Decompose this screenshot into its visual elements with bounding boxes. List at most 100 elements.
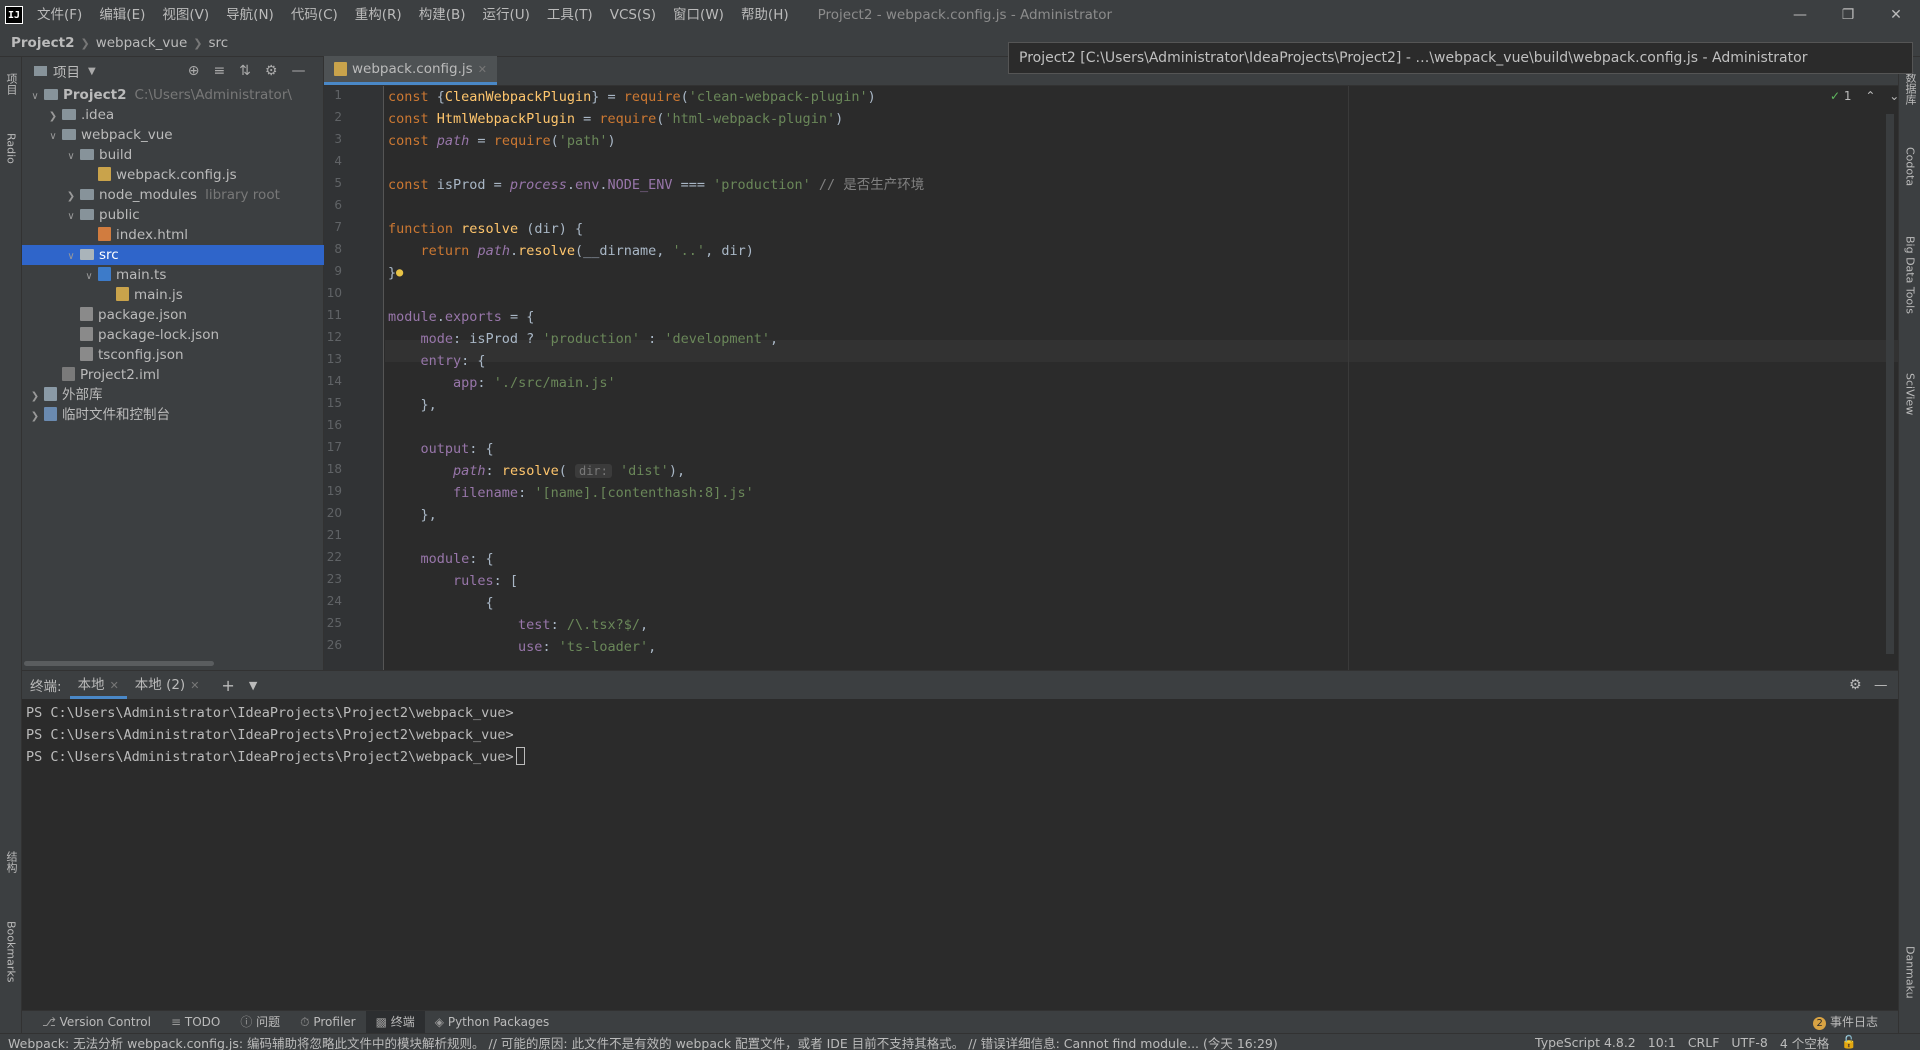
line-separator[interactable]: CRLF — [1688, 1035, 1720, 1050]
hide-panel-icon[interactable]: — — [1874, 677, 1888, 693]
lightbulb-icon[interactable]: ● — [396, 265, 403, 279]
tree-item[interactable]: ∨ build — [22, 145, 324, 165]
chevron-right-icon[interactable]: ❯ — [46, 107, 60, 127]
code-line[interactable]: const isProd = process.env.NODE_ENV === … — [388, 174, 924, 196]
tree-item[interactable]: ∨ webpack_vue — [22, 125, 324, 145]
minimize-icon[interactable]: — — [1776, 0, 1824, 30]
event-log-button[interactable]: 2 事件日志 — [1803, 1011, 1888, 1034]
tab-webpack-config[interactable]: webpack.config.js ✕ — [324, 56, 497, 85]
project-view-selector[interactable]: 项目 — [53, 61, 80, 81]
gear-icon[interactable]: ⚙ — [265, 63, 278, 79]
chevron-right-icon[interactable]: ❯ — [28, 387, 42, 407]
terminal-tab-local-2[interactable]: 本地 (2) ✕ — [127, 671, 208, 699]
chevron-down-icon[interactable]: ∨ — [46, 127, 60, 147]
menu-item[interactable]: 导航(N) — [218, 0, 283, 30]
big-data-tools-tab[interactable]: Big Data Tools — [1899, 217, 1920, 332]
code-line[interactable]: module: { — [388, 548, 494, 570]
tree-item[interactable]: ❯ 外部库 — [22, 385, 324, 405]
breadcrumb-project[interactable]: Project2 — [11, 35, 74, 51]
menu-item[interactable]: 运行(U) — [475, 0, 539, 30]
chevron-down-icon[interactable]: ⌄ — [1889, 89, 1899, 103]
python-packages-button[interactable]: ◈ Python Packages — [425, 1011, 559, 1034]
chevron-right-icon[interactable]: ❯ — [64, 187, 78, 207]
tree-item[interactable]: ∨ src — [22, 245, 324, 265]
bookmarks-tool-tab[interactable]: Bookmarks — [0, 912, 22, 992]
tree-item[interactable]: ❯ node_modules library root — [22, 185, 324, 205]
code-line[interactable]: mode: isProd ? 'production' : 'developme… — [388, 328, 779, 350]
menu-item[interactable]: 构建(B) — [411, 0, 475, 30]
vertical-scrollbar[interactable] — [1886, 114, 1894, 654]
sciview-tool-tab[interactable]: SciView — [1899, 357, 1920, 432]
code-line[interactable]: function resolve (dir) { — [388, 218, 583, 240]
structure-tool-tab[interactable]: 结构 — [0, 842, 22, 882]
chevron-down-icon[interactable]: ▼ — [88, 66, 96, 77]
menu-item[interactable]: 视图(V) — [154, 0, 218, 30]
horizontal-scrollbar[interactable] — [24, 661, 214, 666]
terminal-button[interactable]: ▩ 终端 — [365, 1010, 425, 1034]
gear-icon[interactable]: ⚙ — [1849, 677, 1862, 693]
tree-item[interactable]: package-lock.json — [22, 325, 324, 345]
tree-item[interactable]: webpack.config.js — [22, 165, 324, 185]
tree-item[interactable]: main.js — [22, 285, 324, 305]
inspection-widget[interactable]: ✓ 1 ⌃ ⌄ — [1830, 89, 1899, 103]
chevron-right-icon[interactable]: ❯ — [28, 407, 42, 427]
version-control-button[interactable]: ⎇ Version Control — [32, 1011, 161, 1034]
status-message[interactable]: Webpack: 无法分析 webpack.config.js: 编码辅助将忽略… — [8, 1034, 1523, 1050]
collapse-all-icon[interactable]: ⇅ — [239, 63, 251, 79]
todo-button[interactable]: ≡ TODO — [161, 1011, 230, 1034]
tree-item[interactable]: ❯ 临时文件和控制台 — [22, 405, 324, 425]
lock-icon[interactable]: 🔓 — [1841, 1034, 1857, 1050]
typescript-version[interactable]: TypeScript 4.8.2 — [1535, 1035, 1636, 1050]
chevron-down-icon[interactable]: ∨ — [64, 247, 78, 267]
profiler-button[interactable]: ⏱ Profiler — [290, 1011, 365, 1034]
menu-item[interactable]: 重构(R) — [347, 0, 411, 30]
problems-button[interactable]: ⓘ 问题 — [230, 1011, 290, 1034]
code-line[interactable]: return path.resolve(__dirname, '..', dir… — [388, 240, 754, 262]
code-line[interactable]: }, — [388, 504, 437, 526]
close-tab-icon[interactable]: ✕ — [110, 679, 119, 692]
code-line[interactable]: app: './src/main.js' — [388, 372, 616, 394]
project-tool-tab[interactable]: 项目 — [0, 63, 22, 105]
code-line[interactable]: entry: { — [388, 350, 486, 372]
tree-item[interactable]: ∨ main.ts — [22, 265, 324, 285]
expand-all-icon[interactable]: ≡ — [213, 63, 225, 79]
menu-item[interactable]: 帮助(H) — [733, 0, 798, 30]
code-line[interactable]: module.exports = { — [388, 306, 534, 328]
chevron-down-icon[interactable]: ∨ — [64, 207, 78, 227]
breadcrumb-src[interactable]: src — [209, 35, 229, 51]
chevron-down-icon[interactable]: ∨ — [28, 87, 42, 107]
tree-item[interactable]: index.html — [22, 225, 324, 245]
tree-item[interactable]: Project2.iml — [22, 365, 324, 385]
tree-item[interactable]: ∨ public — [22, 205, 324, 225]
restore-icon[interactable]: ❐ — [1824, 0, 1872, 30]
code-line[interactable]: test: /\.tsx?$/, — [388, 614, 648, 636]
menu-item[interactable]: 窗口(W) — [665, 0, 733, 30]
code-line[interactable]: const path = require('path') — [388, 130, 616, 152]
caret-position[interactable]: 10:1 — [1648, 1035, 1676, 1050]
radio-tool-tab[interactable]: Radio — [0, 123, 22, 173]
codota-tool-tab[interactable]: Codota — [1899, 137, 1920, 197]
breadcrumb-webpack-vue[interactable]: webpack_vue — [96, 35, 188, 51]
chevron-down-icon[interactable]: ∨ — [82, 267, 96, 287]
tree-item[interactable]: ❯ .idea — [22, 105, 324, 125]
tree-item[interactable]: tsconfig.json — [22, 345, 324, 365]
close-window-icon[interactable]: ✕ — [1872, 0, 1920, 30]
menu-item[interactable]: 文件(F) — [29, 0, 91, 30]
code-line[interactable]: { — [388, 592, 494, 614]
code-line[interactable]: }, — [388, 394, 437, 416]
danmaku-tool-tab[interactable]: Danmaku — [1899, 937, 1920, 1007]
chevron-down-icon[interactable]: ∨ — [64, 147, 78, 167]
menu-item[interactable]: 代码(C) — [283, 0, 347, 30]
hide-panel-icon[interactable]: — — [291, 63, 305, 79]
code-line[interactable]: filename: '[name].[contenthash:8].js' — [388, 482, 754, 504]
file-encoding[interactable]: UTF-8 — [1731, 1035, 1767, 1050]
terminal-tab-local[interactable]: 本地 ✕ — [69, 671, 127, 699]
locate-file-icon[interactable]: ⊕ — [188, 63, 200, 79]
code-line[interactable]: output: { — [388, 438, 494, 460]
tree-item[interactable]: ∨ Project2 C:\Users\Administrator\ — [22, 85, 324, 105]
close-tab-icon[interactable]: ✕ — [478, 63, 487, 76]
code-line[interactable]: path: resolve( dir: 'dist'), — [388, 460, 685, 482]
code-line[interactable]: const HtmlWebpackPlugin = require('html-… — [388, 108, 843, 130]
menu-item[interactable]: 编辑(E) — [91, 0, 154, 30]
close-tab-icon[interactable]: ✕ — [190, 679, 199, 692]
